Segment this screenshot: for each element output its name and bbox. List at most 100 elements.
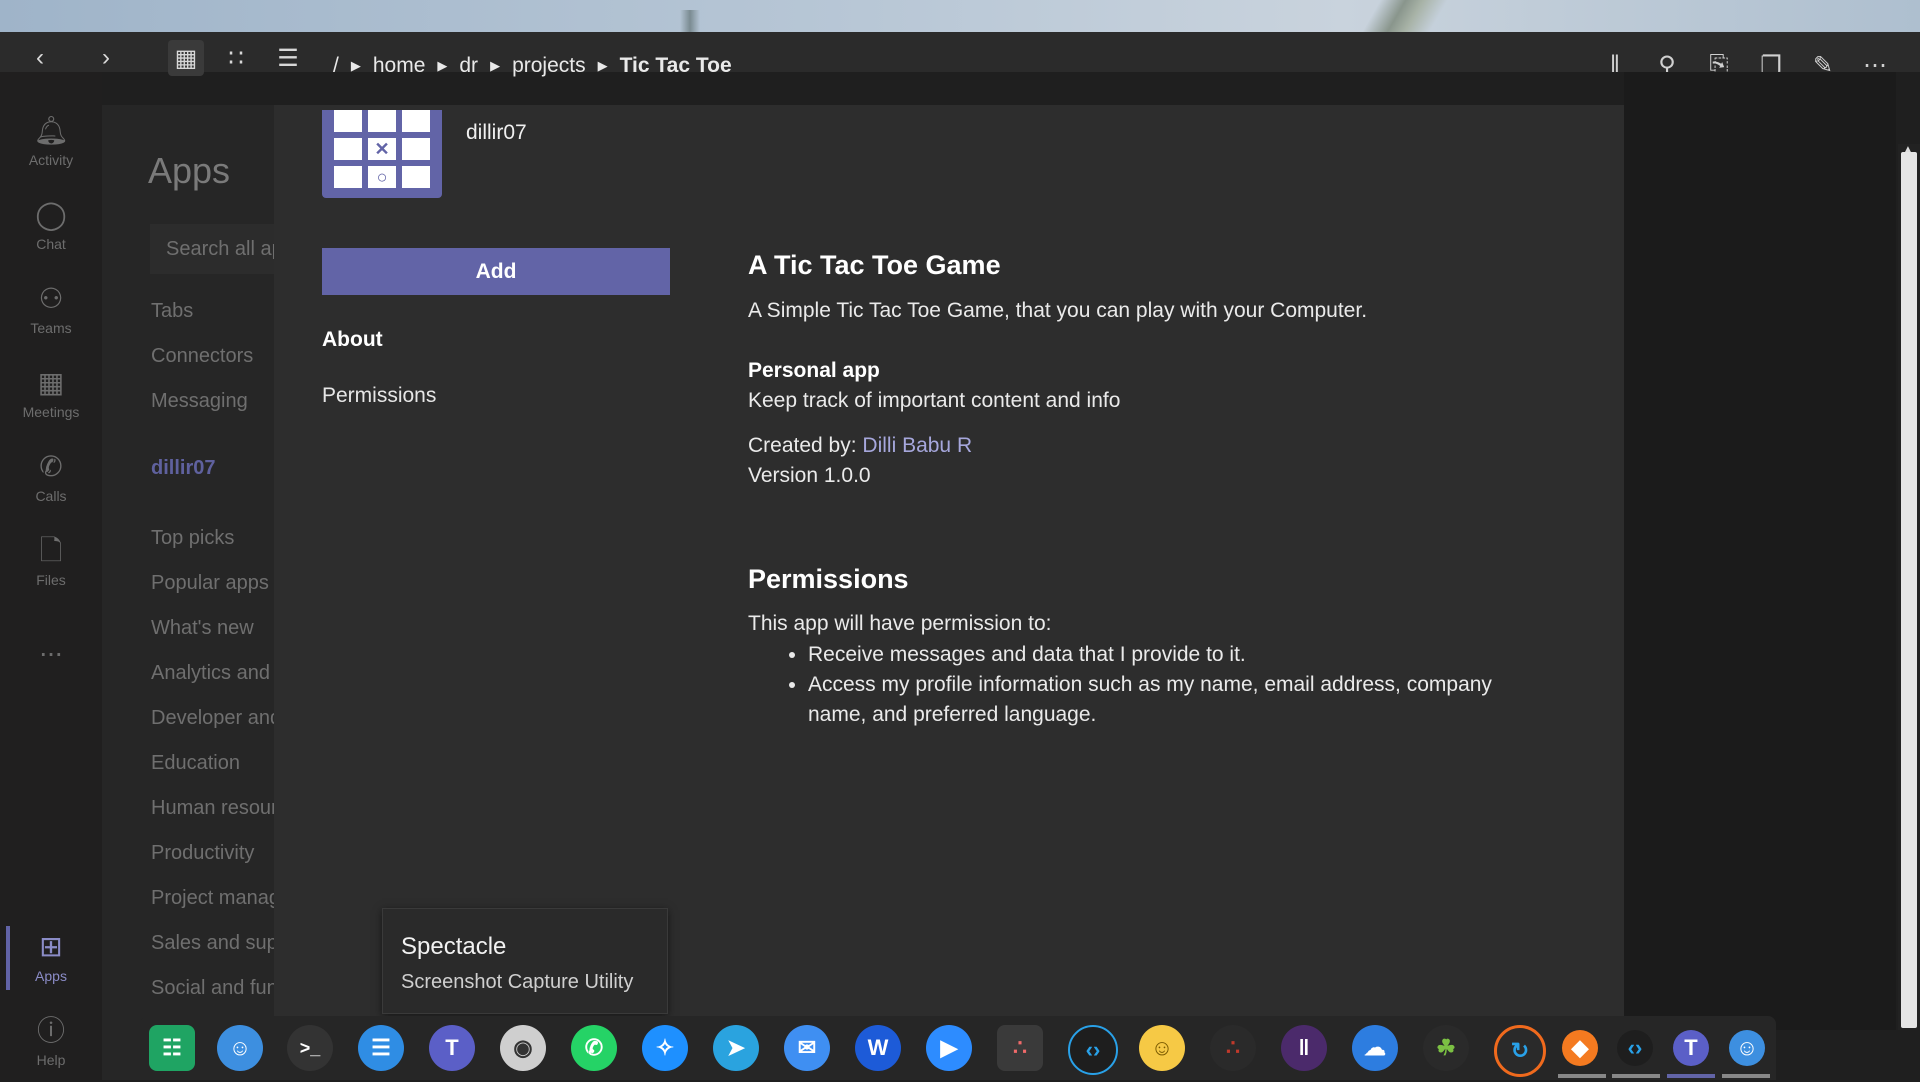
mail-icon[interactable]: ✉ [784,1025,830,1071]
rail-item-label: Calls [35,488,67,504]
asana-icon[interactable]: ∴ [997,1025,1043,1071]
breadcrumb: / ▶ home ▶ dr ▶ projects ▶ Tic Tac Toe [333,48,732,84]
rail-item-apps[interactable]: ⊞ Apps [0,918,102,998]
safari-icon[interactable]: ✧ [642,1025,688,1071]
rail-item-label: Teams [30,320,72,336]
emoji-icon[interactable]: ☺ [1139,1025,1185,1071]
icons-view-icon[interactable]: ▦ [168,40,204,76]
colors-icon[interactable]: ∴ [1210,1025,1256,1071]
teams-icon: ⚇ [38,283,64,314]
developer-link[interactable]: Dilli Babu R [862,434,972,457]
app-publisher: dillir07 [466,121,527,144]
breadcrumb-separator-icon[interactable]: ▶ [437,58,447,74]
tooltip-subtitle: Screenshot Capture Utility [401,971,634,993]
brave-icon[interactable]: ◆ [1562,1030,1598,1066]
rail-item-teams[interactable]: ⚇ Teams [0,270,102,350]
apps-category-item[interactable]: What's new [151,617,274,640]
apps-category-tabs[interactable]: Tabs [151,300,274,323]
compact-view-icon[interactable]: ∷ [218,40,254,76]
phone-icon: ✆ [39,451,63,482]
rail-item-files[interactable]: 🗋︎ Files [0,522,102,602]
finder-small-icon[interactable]: ☺ [1729,1030,1765,1066]
back-icon[interactable]: ‹ [22,40,58,76]
vscode-icon[interactable]: ‹› [1068,1025,1118,1075]
rail-item-label: Activity [28,152,74,168]
apps-category-item[interactable]: Popular apps [151,572,274,595]
apps-category-item[interactable]: Productivity [151,842,274,865]
scrollbar-thumb[interactable] [1901,152,1917,1028]
wallpaper-bird-small [680,10,700,32]
dock-tooltip: Spectacle Screenshot Capture Utility [382,908,668,1014]
apps-title: Apps [148,150,231,191]
teams-small-icon[interactable]: T [1673,1030,1709,1066]
running-indicator [1558,1074,1606,1078]
running-indicator [1722,1074,1770,1078]
cloud-icon[interactable]: ☁ [1352,1025,1398,1071]
teams-app-icon[interactable]: T [429,1025,475,1071]
permissions-heading: Permissions [748,564,909,594]
apps-org-link[interactable]: dillir07 [151,457,274,480]
spreadsheet-app-icon[interactable]: ☷ [149,1025,195,1071]
file-manager-app-icon[interactable]: ☺ [217,1025,263,1071]
scrollbar[interactable]: ▲ [1898,144,1920,1030]
apps-category-item[interactable]: Sales and support [151,932,274,955]
file-icon: 🗋︎ [39,535,63,566]
details-view-icon[interactable]: ☰ [270,40,306,76]
rail-item-label: Meetings [22,404,80,420]
breadcrumb-separator-icon[interactable]: ▶ [490,58,500,74]
apps-category-item[interactable]: Project management [151,887,274,910]
app-version: Version 1.0.0 [748,464,871,487]
notes-app-icon[interactable]: ☰ [358,1025,404,1071]
rail-item-calls[interactable]: ✆ Calls [0,438,102,518]
terminal-app-icon[interactable]: >_ [287,1025,333,1071]
breadcrumb-separator-icon[interactable]: ▶ [598,58,608,74]
apps-category-item[interactable]: Developer and IT [151,707,274,730]
tic-tac-toe-app-logo: ✕ ○ [322,110,442,198]
apps-search-input[interactable]: Search all apps [150,224,274,274]
rail-item-activity[interactable]: 🔔︎ Activity [0,102,102,182]
personal-app-heading: Personal app [748,359,880,382]
apps-category-item[interactable]: Human resources [151,797,274,820]
breadcrumb-root[interactable]: / [333,54,339,78]
tooltip-title: Spectacle [401,933,507,960]
apps-category-messaging[interactable]: Messaging [151,390,274,413]
spectacle-app-icon[interactable]: ◉ [500,1025,546,1071]
bridge-icon[interactable]: ‖ [1281,1025,1327,1071]
wallpaper-bird [1330,0,1480,32]
nav-permissions[interactable]: Permissions [322,384,436,408]
rail-item-chat[interactable]: ◯ Chat [0,186,102,266]
wavebox-icon[interactable]: W [855,1025,901,1071]
background-dim [1624,105,1896,1030]
desktop-wallpaper [0,0,1920,32]
duolingo-icon[interactable]: ☘ [1423,1025,1469,1071]
apps-category-item[interactable]: Social and fun [151,977,274,1000]
apps-category-item[interactable]: Analytics and BI [151,662,274,685]
chat-icon: ◯ [35,199,67,230]
apps-category-item[interactable]: Top picks [151,527,274,550]
breadcrumb-item-dr[interactable]: dr [459,54,478,78]
vscode-small-icon[interactable]: ‹› [1617,1030,1653,1066]
rail-item-help[interactable]: ⓘ Help [0,1002,102,1082]
apps-category-item[interactable]: Education [151,752,274,775]
running-indicator-active [1667,1074,1715,1078]
permission-item: Access my profile information such as my… [808,670,1498,730]
apps-category-connectors[interactable]: Connectors [151,345,274,368]
rail-item-meetings[interactable]: ▦ Meetings [0,354,102,434]
add-button[interactable]: Add [322,248,670,295]
whatsapp-icon[interactable]: ✆ [571,1025,617,1071]
app-details-dialog [274,105,1624,1030]
breadcrumb-item-projects[interactable]: projects [512,54,586,78]
rail-item-label: Help [36,1052,66,1068]
forward-icon[interactable]: › [88,40,124,76]
more-icon: ... [39,631,63,662]
sync-icon[interactable]: ↻ [1494,1025,1546,1077]
help-icon: ⓘ [36,1015,65,1046]
app-description: A Simple Tic Tac Toe Game, that you can … [748,299,1368,322]
breadcrumb-separator-icon[interactable]: ▶ [351,58,361,74]
rail-item-more[interactable]: ... [0,610,102,690]
breadcrumb-current[interactable]: Tic Tac Toe [620,54,732,78]
nav-about[interactable]: About [322,328,383,352]
breadcrumb-item-home[interactable]: home [373,54,426,78]
telegram-icon[interactable]: ➤ [713,1025,759,1071]
zoom-icon[interactable]: ▶ [926,1025,972,1071]
